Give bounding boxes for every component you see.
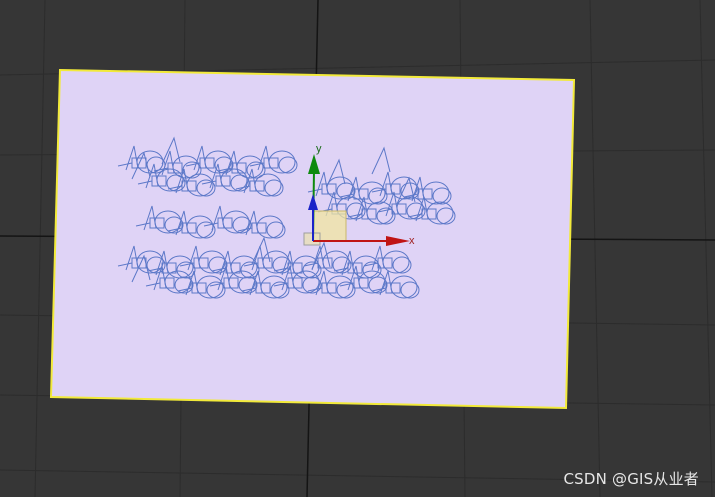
viewport-canvas[interactable]: y x [0,0,715,497]
gizmo-y-axis-label: y [316,143,322,155]
gizmo-x-axis-label: x [409,235,415,247]
3d-viewport[interactable]: y x CSDN @GIS从业者 [0,0,715,497]
watermark-text: CSDN @GIS从业者 [563,470,699,488]
